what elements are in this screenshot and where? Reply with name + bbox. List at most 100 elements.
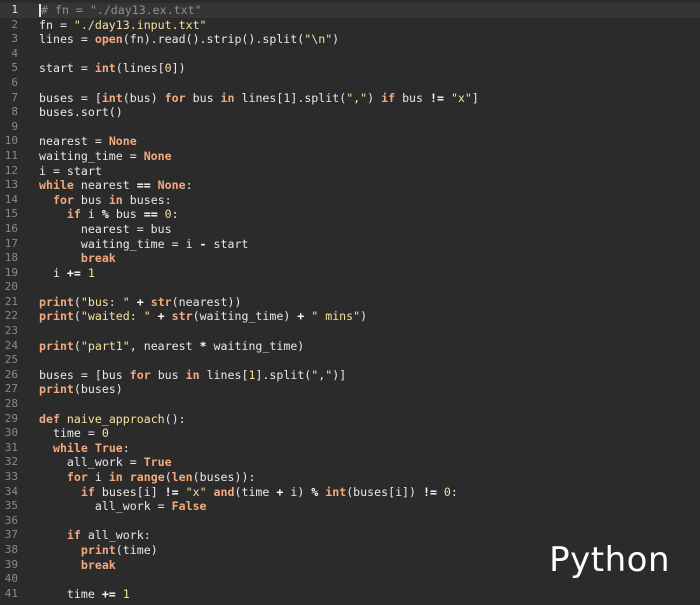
line-number: 35 (4, 499, 18, 513)
code-token: " mins" (304, 309, 361, 324)
code-token: "x" (443, 90, 472, 105)
code-line[interactable]: 16 nearest = bus (0, 222, 700, 237)
code-token: None (143, 148, 172, 163)
code-token: buses: (129, 192, 172, 207)
code-token: waiting_time = (39, 148, 144, 163)
code-line[interactable]: 30 time = 0 (0, 426, 700, 441)
code-line[interactable]: 13 while nearest == None: (0, 178, 700, 193)
code-token: buses[i] (101, 484, 165, 499)
code-token: (time) (115, 542, 158, 557)
code-line[interactable]: 8 buses.sort() (0, 105, 700, 120)
line-number: 1 (11, 3, 18, 16)
code-line[interactable]: 18 break (0, 251, 700, 266)
code-line[interactable]: 34 if buses[i] != "x" and(time + i) % in… (0, 485, 700, 500)
code-line[interactable]: 5 start = int(lines[0]) (0, 61, 700, 76)
code-token: def (39, 411, 60, 426)
code-token: bus (115, 207, 144, 222)
code-line[interactable]: 6 (0, 76, 700, 91)
code-line[interactable]: 10 nearest = None (0, 134, 700, 149)
code-line[interactable]: 36 (0, 514, 700, 529)
code-line[interactable]: 31 while True: (0, 441, 700, 456)
code-token: waiting_time = i (39, 236, 200, 251)
code-token: ] (471, 90, 479, 105)
code-token: 0 (101, 426, 109, 441)
code-text: buses = [int(bus) for bus in lines[1].sp… (39, 91, 479, 106)
code-token: 0 (436, 484, 451, 499)
line-number: 2 (11, 17, 18, 31)
line-number: 7 (11, 90, 18, 104)
code-token: += (66, 265, 81, 280)
code-token: * (199, 338, 207, 353)
code-token: != (430, 90, 444, 105)
code-token: if (80, 484, 95, 499)
line-number: 26 (4, 367, 18, 381)
code-text: print("part1", nearest * waiting_time) (39, 339, 304, 354)
code-token: time = (39, 426, 102, 441)
code-line[interactable]: 14 for bus in buses: (0, 193, 700, 208)
code-token: i (39, 265, 67, 280)
code-token: ]) (171, 61, 186, 76)
code-token: lines[ (241, 90, 284, 105)
line-number: 3 (11, 32, 18, 46)
code-area[interactable]: 1 # fn = "./day13.ex.txt" 2 fn = "./day13.i… (0, 3, 700, 601)
code-line[interactable]: 41 time += 1 (0, 587, 700, 602)
code-line[interactable]: 35 all_work = False (0, 499, 700, 514)
line-number: 22 (4, 309, 18, 323)
code-text: for i in range(len(buses)): (39, 470, 256, 485)
code-line[interactable]: 7 buses = [int(bus) for bus in lines[1].s… (0, 91, 700, 106)
code-token: , nearest (129, 338, 200, 353)
code-token: print (39, 338, 74, 353)
line-number: 41 (4, 586, 18, 600)
code-line[interactable]: 20 (0, 280, 700, 295)
code-token: (bus) (122, 90, 165, 105)
code-line[interactable]: 26 buses = [bus for bus in lines[1].split… (0, 368, 700, 383)
line-number: 13 (4, 178, 18, 192)
code-token: ( (73, 294, 81, 309)
code-line[interactable]: 4 (0, 47, 700, 62)
code-line[interactable]: 19 i += 1 (0, 266, 700, 281)
code-token: ].split( (255, 367, 312, 382)
code-token: bus (192, 90, 221, 105)
code-token: naive_approach (59, 411, 165, 426)
line-number: 11 (4, 148, 18, 162)
code-editor[interactable]: 1 # fn = "./day13.ex.txt" 2 fn = "./day13.i… (0, 0, 700, 605)
code-text: i += 1 (39, 266, 95, 281)
code-line[interactable]: 9 (0, 120, 700, 135)
code-line[interactable]: 32 all_work = True (0, 455, 700, 470)
code-line[interactable]: 21 print("bus: " + str(nearest)) (0, 295, 700, 310)
code-line[interactable]: 3 lines = open(fn).read().strip().split("… (0, 32, 700, 47)
code-line[interactable]: 33 for i in range(len(buses)): (0, 470, 700, 485)
code-token: False (171, 499, 207, 514)
code-line[interactable]: 2 fn = "./day13.input.txt" (0, 18, 700, 33)
code-token: : (450, 484, 458, 499)
code-line[interactable]: 28 (0, 397, 700, 412)
code-line[interactable]: 23 (0, 324, 700, 339)
code-token: in (108, 470, 123, 484)
code-line[interactable]: 1 # fn = "./day13.ex.txt" (0, 3, 700, 18)
code-line[interactable]: 11 waiting_time = None (0, 149, 700, 164)
code-token: : (171, 207, 179, 222)
code-token: nearest = bus (39, 221, 172, 236)
code-token: buses.sort() (39, 105, 123, 120)
code-line[interactable]: 22 print("waited: " + str(waiting_time) +… (0, 309, 700, 324)
code-line[interactable]: 15 if i % bus == 0: (0, 207, 700, 222)
code-token: buses = [bus (39, 367, 130, 382)
code-line[interactable]: 24 print("part1", nearest * waiting_time) (0, 339, 700, 354)
code-line[interactable]: 17 waiting_time = i - start (0, 237, 700, 252)
code-token: + (129, 294, 144, 309)
line-number: 9 (11, 119, 18, 133)
code-line[interactable]: 25 (0, 353, 700, 368)
code-token: "part1" (80, 338, 130, 353)
code-token: True (87, 440, 123, 455)
code-line[interactable]: 29 def naive_approach(): (0, 412, 700, 427)
code-line[interactable]: 12 i = start (0, 164, 700, 179)
code-token: i (94, 470, 109, 484)
line-number: 33 (4, 470, 18, 483)
code-token: == (143, 207, 158, 222)
code-token: bus (402, 90, 430, 105)
code-line[interactable]: 27 print(buses) (0, 382, 700, 397)
code-token: int (101, 90, 123, 105)
